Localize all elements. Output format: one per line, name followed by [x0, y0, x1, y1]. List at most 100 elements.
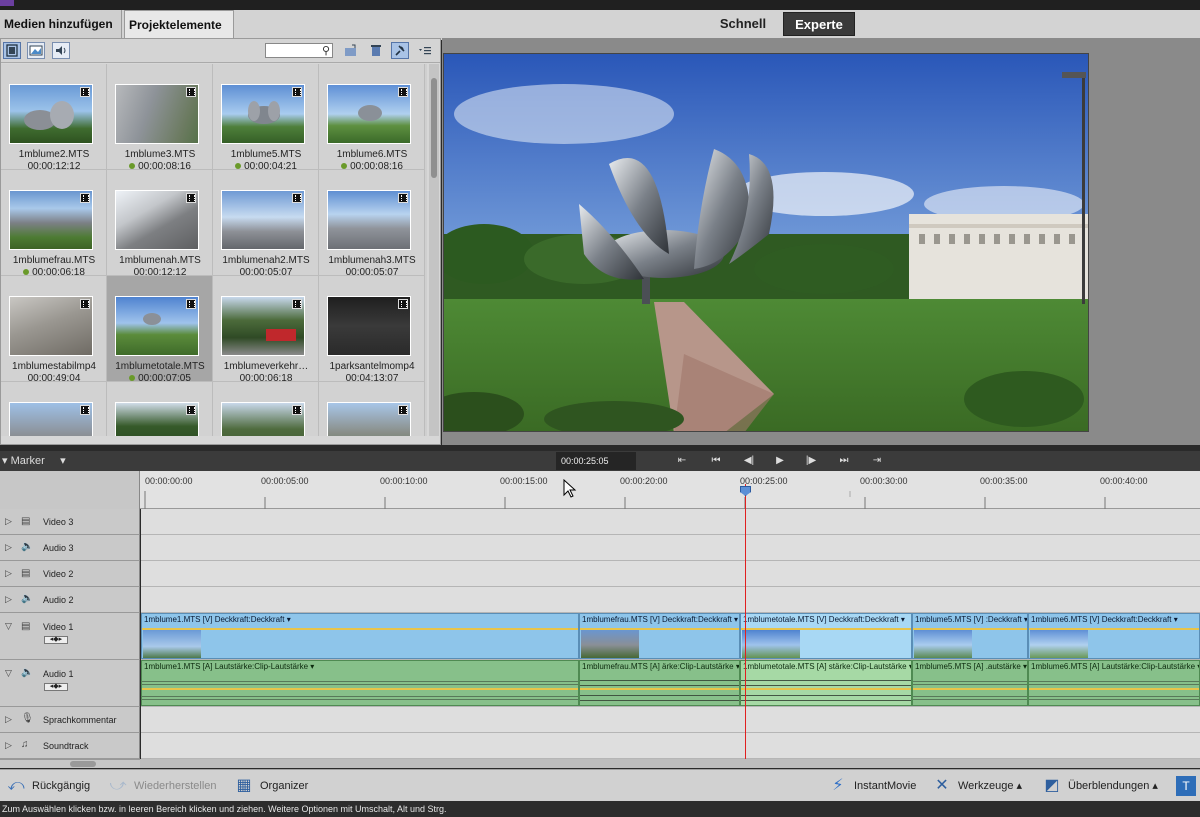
volume-line[interactable] [913, 688, 1027, 690]
media-item-selected[interactable]: 1mblumetotale.MTS 00:00:07:05 [107, 276, 213, 384]
expert-mode-button[interactable]: Experte [783, 12, 855, 36]
audio-clip[interactable]: 1mblumefrau.MTS [A] ärke:Clip-Lautstärke… [579, 660, 740, 706]
track-audio1[interactable]: 1mblume1.MTS [A] Lautstärke:Clip-Lautstä… [141, 660, 1200, 707]
timeline-scrollbar[interactable] [140, 759, 1200, 768]
video-filter-icon[interactable] [3, 42, 21, 59]
media-item[interactable]: 1mblume3.MTS 00:00:08:16 [107, 64, 213, 172]
track-video2[interactable] [141, 561, 1200, 587]
track-header-audio3[interactable]: ▷ 🔈 Audio 3 [0, 535, 140, 561]
track-narration[interactable] [141, 707, 1200, 733]
media-item[interactable]: 1mblumenah3.MTS 00:00:05:07 [319, 170, 425, 278]
image-filter-icon[interactable] [27, 42, 45, 59]
new-folder-icon[interactable] [343, 43, 359, 58]
marker-menu[interactable]: ▾ Marker ▾ [2, 454, 66, 467]
opacity-line[interactable] [1029, 628, 1199, 630]
track-audio2[interactable] [141, 587, 1200, 613]
volume-line[interactable] [741, 688, 911, 690]
video-clip[interactable]: 1mblume1.MTS [V] Deckkraft:Deckkraft ▾ [141, 613, 579, 659]
track-video3[interactable] [141, 509, 1200, 535]
track-header-audio1[interactable]: ▽ 🔈 Audio 1 ◂◆▸ [0, 660, 140, 707]
media-item[interactable]: 1mblumenah2.MTS 00:00:05:07 [213, 170, 319, 278]
search-icon[interactable]: ⚲ [322, 44, 330, 57]
next-edit-icon[interactable]: ⏭ [836, 454, 852, 468]
opacity-line[interactable] [580, 628, 739, 630]
media-item[interactable]: 1mblumenah.MTS 00:00:12:12 [107, 170, 213, 278]
add-media-menu[interactable]: Medien hinzufügen ▾ [0, 10, 122, 59]
audio-clip[interactable]: 1mblume6.MTS [A] Lautstärke:Clip-Lautstä… [1028, 660, 1200, 706]
step-back-icon[interactable]: ◀| [741, 454, 757, 468]
track-header-video1[interactable]: ▽ ▤ Video 1 ◂◆▸ [0, 613, 140, 660]
video-clip[interactable]: 1mblume6.MTS [V] Deckkraft:Deckkraft ▾ [1028, 613, 1200, 659]
collapse-icon[interactable]: ▽ [5, 668, 12, 679]
step-forward-icon[interactable]: |▶ [803, 454, 819, 468]
keyframe-controls[interactable]: ◂◆▸ [44, 683, 68, 691]
track-header-soundtrack[interactable]: ▷ ♫ Soundtrack [0, 733, 140, 759]
quick-mode-button[interactable]: Schnell [706, 12, 780, 36]
transitions-button[interactable]: ◩ Überblendungen ▴ [1042, 776, 1158, 796]
playhead-line[interactable] [745, 484, 746, 759]
track-header-audio2[interactable]: ▷ 🔈 Audio 2 [0, 587, 140, 613]
opacity-line[interactable] [913, 628, 1027, 630]
media-item[interactable]: 1mblumeverkehr… 00:00:06:18 [213, 276, 319, 384]
volume-line[interactable] [580, 688, 739, 690]
track-audio3[interactable] [141, 535, 1200, 561]
delete-icon[interactable] [368, 43, 384, 58]
timeline-ruler[interactable]: 00:00:00:00 00:00:05:00 00:00:10:00 00:0… [140, 471, 1200, 509]
undo-button[interactable]: ⤺ Rückgängig [6, 776, 90, 796]
audio-filter-icon[interactable] [52, 42, 70, 59]
go-to-start-icon[interactable]: ⇤ [674, 454, 690, 468]
video-clip-selected[interactable]: 1mblumetotale.MTS [V] Deckkraft:Deckkraf… [740, 613, 912, 659]
media-item[interactable]: 1mblume6.MTS 00:00:08:16 [319, 64, 425, 172]
go-to-end-icon[interactable]: ⇥ [869, 454, 885, 468]
media-item[interactable]: 1mblume2.MTS 00:00:12:12 [1, 64, 107, 172]
media-item[interactable] [107, 382, 213, 436]
tools-button[interactable]: ✕ Werkzeuge ▴ [932, 776, 1022, 796]
video-clip[interactable]: 1mblume5.MTS [V] :Deckkraft ▾ [912, 613, 1028, 659]
video-clip[interactable]: 1mblumefrau.MTS [V] Deckkraft:Deckkraft … [579, 613, 740, 659]
track-header-video2[interactable]: ▷ ▤ Video 2 [0, 561, 140, 587]
expand-icon[interactable]: ▷ [5, 714, 12, 725]
expand-icon[interactable]: ▷ [5, 568, 12, 579]
audio-clip[interactable]: 1mblume5.MTS [A] .autstärke ▾ [912, 660, 1028, 706]
expand-icon[interactable]: ▷ [5, 594, 12, 605]
media-item[interactable]: 1mblume5.MTS 00:00:04:21 [213, 64, 319, 172]
track-soundtrack[interactable] [141, 733, 1200, 759]
redo-button[interactable]: ⤻ Wiederherstellen [108, 776, 216, 796]
volume-line[interactable] [142, 688, 578, 690]
expand-icon[interactable]: ▷ [5, 740, 12, 751]
scrollbar-thumb[interactable] [70, 761, 96, 767]
audio-clip-selected[interactable]: 1mblumetotale.MTS [A] stärke:Clip-Lautst… [740, 660, 912, 706]
volume-line[interactable] [1029, 688, 1199, 690]
play-icon[interactable]: ▶ [772, 454, 788, 468]
track-video1[interactable]: 1mblume1.MTS [V] Deckkraft:Deckkraft ▾ 1… [141, 613, 1200, 660]
expand-icon[interactable]: ▷ [5, 542, 12, 553]
media-item[interactable] [213, 382, 319, 436]
track-header-video3[interactable]: ▷ ▤ Video 3 [0, 509, 140, 535]
pin-icon[interactable] [391, 42, 409, 59]
previous-edit-icon[interactable]: ⏮ [708, 454, 724, 468]
scrollbar-thumb[interactable] [431, 78, 437, 178]
search-input[interactable]: ⚲ [265, 43, 333, 58]
organizer-button[interactable]: ▦ Organizer [234, 776, 308, 796]
media-item[interactable] [1, 382, 107, 436]
expand-icon[interactable]: ▷ [5, 516, 12, 527]
collapse-icon[interactable]: ▽ [5, 621, 12, 632]
keyframe-controls[interactable]: ◂◆▸ [44, 636, 68, 644]
audio-clip[interactable]: 1mblume1.MTS [A] Lautstärke:Clip-Lautstä… [141, 660, 579, 706]
media-name: 1mblumenah.MTS [119, 255, 201, 266]
panel-menu-icon[interactable] [417, 43, 433, 58]
instantmovie-button[interactable]: ⚡ InstantMovie [828, 776, 916, 796]
track-header-scrollbar[interactable] [0, 759, 140, 768]
media-item[interactable]: 1mblumefrau.MTS 00:00:06:18 [1, 170, 107, 278]
preview-video-frame[interactable] [443, 53, 1089, 432]
media-item[interactable]: 1mblumestabilmp4 00:00:49:04 [1, 276, 107, 384]
clip-label: 1mblume6.MTS [A] Lautstärke:Clip-Lautstä… [1031, 662, 1200, 671]
titles-button[interactable]: T [1176, 776, 1200, 797]
opacity-line[interactable] [741, 628, 911, 630]
track-header-narration[interactable]: ▷ 🎙 Sprachkommentar [0, 707, 140, 733]
project-assets-menu[interactable]: Projektelemente ▾ [124, 10, 234, 60]
media-item[interactable] [319, 382, 425, 436]
opacity-line[interactable] [142, 628, 578, 630]
media-item[interactable]: 1parksantelmomp4 00:04:13:07 [319, 276, 425, 384]
project-scrollbar[interactable] [429, 64, 439, 436]
